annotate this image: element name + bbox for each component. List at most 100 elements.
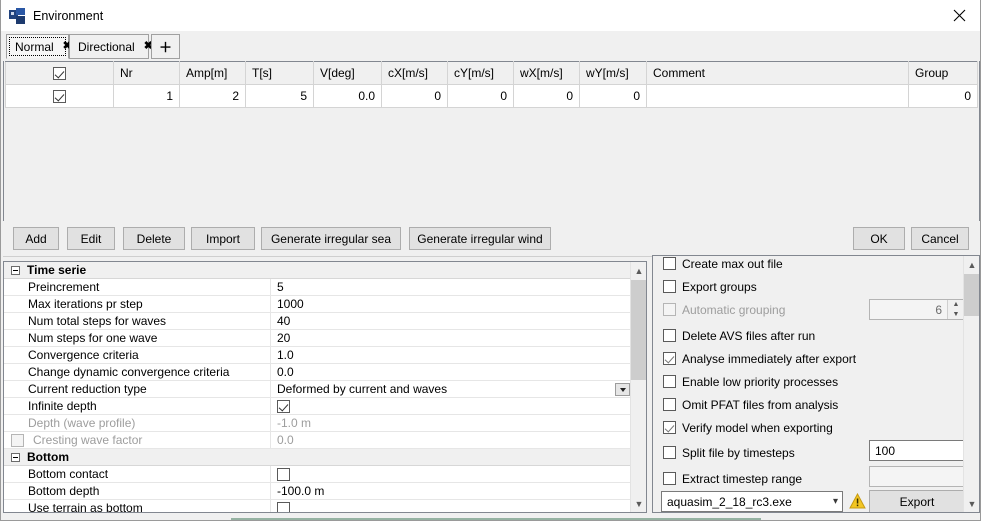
omit-pfat-files-checkbox[interactable] (663, 398, 676, 411)
cell-comment[interactable] (646, 84, 909, 108)
cell-wx[interactable]: 0 (513, 84, 580, 108)
export-groups-checkbox[interactable] (663, 280, 676, 293)
extract-timestep-range-checkbox[interactable] (663, 472, 676, 485)
property-grid-scrollbar[interactable]: ▲ ▼ (630, 262, 646, 512)
close-icon[interactable] (936, 0, 980, 31)
option-extract-timestep-range[interactable]: Extract timestep range (663, 470, 802, 487)
cancel-button[interactable]: Cancel (911, 227, 969, 250)
chevron-down-icon[interactable] (615, 383, 630, 396)
executable-select[interactable]: aquasim_2_18_rc3.exe ▾ (661, 491, 843, 512)
property-row-bottom-contact[interactable]: Bottom contact (4, 466, 632, 483)
scroll-up-icon[interactable]: ▲ (964, 256, 979, 273)
export-button[interactable]: Export (869, 490, 963, 512)
use-terrain-as-bottom-checkbox[interactable] (277, 501, 290, 512)
column-header-amp[interactable]: Amp[m] (179, 61, 246, 85)
option-verify-model-when-exporting[interactable]: Verify model when exporting (663, 419, 833, 436)
property-group-time-serie[interactable]: Time serie (4, 262, 632, 279)
extract-timestep-range-input[interactable] (869, 466, 963, 487)
property-value[interactable]: 0.0 (270, 364, 632, 380)
property-value-checkbox[interactable] (270, 466, 632, 482)
stepper-arrows[interactable]: ▲ ▼ (947, 300, 963, 319)
column-header-comment[interactable]: Comment (646, 61, 909, 85)
add-tab-button[interactable]: ＋ (151, 34, 180, 59)
split-file-checkbox[interactable] (663, 446, 676, 459)
property-value[interactable]: 5 (270, 279, 632, 295)
delete-avs-files-checkbox[interactable] (663, 329, 676, 342)
delete-button[interactable]: Delete (123, 227, 185, 250)
automatic-grouping-stepper[interactable]: 6 ▲ ▼ (869, 299, 963, 320)
stepper-up-icon[interactable]: ▲ (948, 300, 963, 310)
property-value[interactable]: 1000 (270, 296, 632, 312)
property-group-bottom[interactable]: Bottom (4, 449, 632, 466)
select-all-checkbox[interactable] (53, 67, 66, 81)
bottom-contact-checkbox[interactable] (277, 467, 290, 481)
collapse-icon[interactable] (11, 265, 20, 275)
table-row[interactable]: 1 2 5 0.0 0 0 0 0 0 (5, 84, 978, 108)
cell-cx[interactable]: 0 (381, 84, 448, 108)
scroll-up-icon[interactable]: ▲ (631, 262, 646, 279)
column-header-cx[interactable]: cX[m/s] (381, 61, 448, 85)
cell-t[interactable]: 5 (245, 84, 314, 108)
create-max-out-file-checkbox[interactable] (663, 257, 676, 270)
property-value-combo[interactable]: Deformed by current and waves (270, 381, 632, 397)
scroll-down-icon[interactable]: ▼ (964, 495, 979, 512)
option-omit-pfat-files-from-analysis[interactable]: Omit PFAT files from analysis (663, 396, 838, 413)
property-row-current-reduction-type[interactable]: Current reduction type Deformed by curre… (4, 381, 632, 398)
property-value-checkbox[interactable] (270, 500, 632, 512)
property-row-use-terrain-as-bottom[interactable]: Use terrain as bottom (4, 500, 632, 512)
column-header-t[interactable]: T[s] (245, 61, 314, 85)
cell-wy[interactable]: 0 (579, 84, 647, 108)
cell-v[interactable]: 0.0 (313, 84, 382, 108)
row-select-cell[interactable] (5, 84, 114, 108)
option-delete-avs-files-after-run[interactable]: Delete AVS files after run (663, 327, 815, 344)
option-create-max-out-file[interactable]: Create max out file (663, 256, 783, 272)
option-export-groups[interactable]: Export groups (663, 278, 757, 295)
automatic-grouping-checkbox[interactable] (663, 303, 676, 316)
scroll-down-icon[interactable]: ▼ (631, 495, 646, 512)
column-header-cy[interactable]: cY[m/s] (447, 61, 514, 85)
cresting-wave-factor-checkbox[interactable] (11, 433, 24, 447)
tab-normal[interactable]: Normal ✖ (6, 34, 72, 59)
property-row-max-iterations-pr-step[interactable]: Max iterations pr step 1000 (4, 296, 632, 313)
generate-irregular-wind-button[interactable]: Generate irregular wind (409, 227, 551, 250)
tab-directional[interactable]: Directional ✖ (69, 34, 153, 59)
scrollbar-thumb[interactable] (964, 274, 979, 316)
column-header-group[interactable]: Group (908, 61, 978, 85)
collapse-icon[interactable] (11, 452, 20, 462)
property-value[interactable]: 1.0 (270, 347, 632, 363)
generate-irregular-sea-button[interactable]: Generate irregular sea (261, 227, 401, 250)
property-value[interactable]: -100.0 m (270, 483, 632, 499)
add-button[interactable]: Add (13, 227, 59, 250)
export-options-scrollbar[interactable]: ▲ ▼ (963, 256, 979, 512)
cell-nr[interactable]: 1 (113, 84, 180, 108)
option-enable-low-priority-processes[interactable]: Enable low priority processes (663, 373, 838, 390)
automatic-grouping-value[interactable]: 6 (870, 303, 947, 317)
edit-button[interactable]: Edit (67, 227, 115, 250)
column-header-nr[interactable]: Nr (113, 61, 180, 85)
analyse-immediately-checkbox[interactable] (663, 352, 676, 365)
cell-amp[interactable]: 2 (179, 84, 246, 108)
column-header-v[interactable]: V[deg] (313, 61, 382, 85)
cell-group[interactable]: 0 (908, 84, 978, 108)
property-row-bottom-depth[interactable]: Bottom depth -100.0 m (4, 483, 632, 500)
split-file-timesteps-input[interactable]: 100 (869, 440, 963, 461)
cell-cy[interactable]: 0 (447, 84, 514, 108)
property-row-change-dynamic-convergence-criteria[interactable]: Change dynamic convergence criteria 0.0 (4, 364, 632, 381)
property-row-num-steps-for-one-wave[interactable]: Num steps for one wave 20 (4, 330, 632, 347)
property-row-convergence-criteria[interactable]: Convergence criteria 1.0 (4, 347, 632, 364)
property-row-num-total-steps-for-waves[interactable]: Num total steps for waves 40 (4, 313, 632, 330)
column-header-wy[interactable]: wY[m/s] (579, 61, 647, 85)
infinite-depth-checkbox[interactable] (277, 399, 290, 413)
row-checkbox[interactable] (53, 90, 66, 104)
scrollbar-thumb[interactable] (631, 280, 646, 380)
column-header-wx[interactable]: wX[m/s] (513, 61, 580, 85)
verify-model-checkbox[interactable] (663, 421, 676, 434)
property-value[interactable]: 20 (270, 330, 632, 346)
property-row-preincrement[interactable]: Preincrement 5 (4, 279, 632, 296)
header-select-all[interactable] (5, 61, 114, 85)
ok-button[interactable]: OK (853, 227, 905, 250)
chevron-down-icon[interactable]: ▾ (833, 492, 838, 511)
stepper-down-icon[interactable]: ▼ (948, 310, 963, 320)
import-button[interactable]: Import (191, 227, 255, 250)
option-analyse-immediately-after-export[interactable]: Analyse immediately after export (663, 350, 856, 367)
